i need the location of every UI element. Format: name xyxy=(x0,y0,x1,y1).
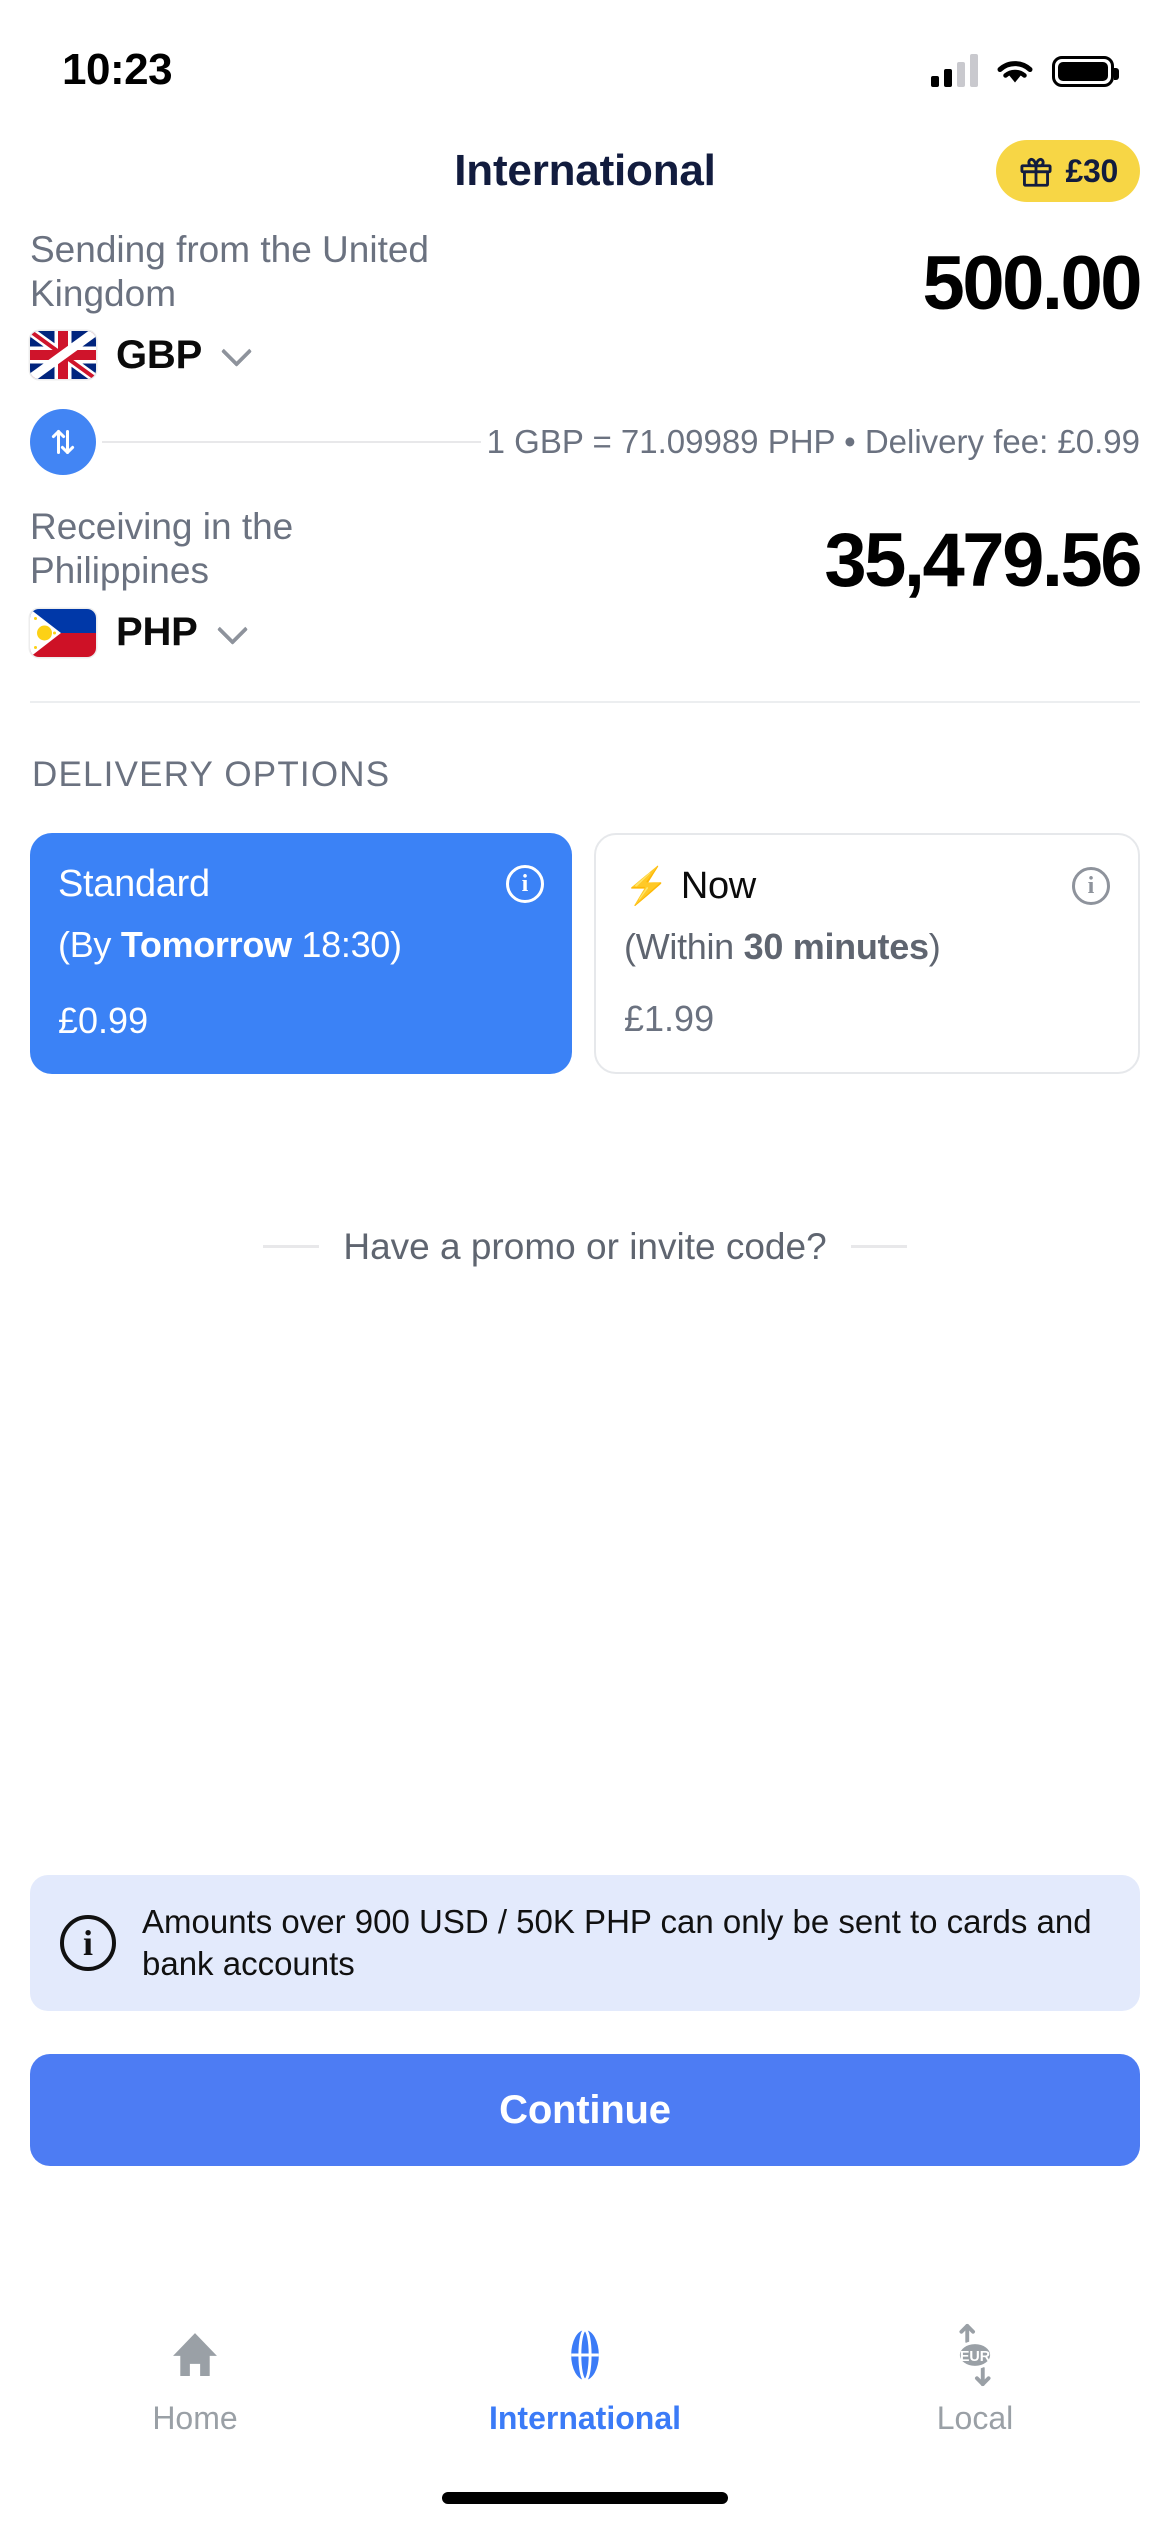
info-icon[interactable]: i xyxy=(506,865,544,904)
send-amount-input[interactable]: 500.00 xyxy=(923,220,1143,322)
cellular-signal-icon xyxy=(931,53,978,87)
eur-exchange-icon: EUR xyxy=(945,2322,1005,2388)
option-subtitle: (By Tomorrow 18:30) xyxy=(58,924,544,966)
info-circle-icon: i xyxy=(60,1915,116,1972)
send-row: Sending from the United Kingdom GBP 500.… xyxy=(30,220,1143,380)
send-currency-code: GBP xyxy=(116,332,203,377)
tab-label-international: International xyxy=(488,2400,681,2436)
option-sub-prefix: (Within xyxy=(624,925,744,967)
status-bar: 10:23 xyxy=(0,0,1170,122)
gift-badge-amount: £30 xyxy=(1065,152,1119,189)
option-subtitle: (Within 30 minutes) xyxy=(624,926,1110,968)
info-icon[interactable]: i xyxy=(1072,867,1110,906)
philippines-flag-icon xyxy=(30,608,96,657)
option-price: £0.99 xyxy=(58,999,149,1041)
delivery-option-standard[interactable]: Standard i (By Tomorrow 18:30) £0.99 xyxy=(30,832,572,1074)
receive-currency-code: PHP xyxy=(116,610,198,655)
tab-international[interactable]: International xyxy=(390,2322,780,2437)
promo-divider-right xyxy=(850,1245,907,1249)
uk-flag-icon xyxy=(30,331,96,380)
receive-label: Receiving in the Philippines xyxy=(30,506,294,591)
chevron-down-icon xyxy=(216,613,248,645)
home-icon xyxy=(167,2322,223,2388)
receive-currency-selector[interactable]: PHP xyxy=(30,608,460,657)
option-header: Standard i xyxy=(58,863,544,906)
option-sub-suffix: 18:30) xyxy=(291,923,402,965)
option-title: Now xyxy=(680,864,756,907)
wifi-icon xyxy=(997,61,1033,83)
rate-row: 1 GBP = 71.09989 PHP • Delivery fee: £0.… xyxy=(30,409,1140,476)
send-left: Sending from the United Kingdom GBP xyxy=(30,220,460,380)
tab-label-home: Home xyxy=(152,2400,238,2436)
send-currency-selector[interactable]: GBP xyxy=(30,331,460,380)
receive-row: Receiving in the Philippines PHP 35,479.… xyxy=(30,497,1142,657)
battery-full-icon xyxy=(1052,56,1119,87)
swap-currencies-button[interactable] xyxy=(30,409,96,476)
page-title: International xyxy=(454,146,716,195)
receive-amount-input[interactable]: 35,479.56 xyxy=(824,497,1142,599)
lightning-bolt-icon: ⚡ xyxy=(624,865,669,907)
receive-left: Receiving in the Philippines PHP xyxy=(30,497,460,657)
globe-icon xyxy=(558,2322,612,2388)
gift-reward-badge[interactable]: £30 xyxy=(995,140,1140,202)
bottom-tab-bar: Home International EUR Local xyxy=(0,2296,1170,2532)
limit-info-banner: i Amounts over 900 USD / 50K PHP can onl… xyxy=(30,1875,1140,2012)
tab-label-local: Local xyxy=(936,2400,1014,2436)
promo-code-text: Have a promo or invite code? xyxy=(343,1225,827,1267)
option-title: Standard xyxy=(58,862,210,905)
tab-local[interactable]: EUR Local xyxy=(780,2322,1170,2437)
option-sub-prefix: (By xyxy=(58,923,121,965)
chevron-down-icon xyxy=(221,336,253,368)
status-bar-time: 10:23 xyxy=(62,45,173,94)
promo-code-link[interactable]: Have a promo or invite code? xyxy=(30,1226,1140,1268)
currency-converter: Sending from the United Kingdom GBP 500.… xyxy=(0,220,1170,703)
swap-vertical-arrows-icon xyxy=(51,430,75,455)
delivery-options-section: DELIVERY OPTIONS Standard i (By Tomorrow… xyxy=(0,703,1170,1268)
app-header: International £30 xyxy=(0,122,1170,220)
option-header: ⚡ Now i xyxy=(624,865,1110,908)
promo-divider-left xyxy=(263,1245,320,1249)
option-title-wrap: Standard xyxy=(58,863,210,906)
limit-info-text: Amounts over 900 USD / 50K PHP can only … xyxy=(142,1903,1092,1983)
delivery-options-list: Standard i (By Tomorrow 18:30) £0.99 ⚡ N… xyxy=(30,832,1140,1074)
option-sub-bold: 30 minutes xyxy=(743,925,929,967)
send-label: Sending from the United Kingdom xyxy=(30,229,430,314)
rate-divider-line xyxy=(102,441,481,444)
tab-home[interactable]: Home xyxy=(0,2322,390,2437)
option-sub-suffix: ) xyxy=(928,925,941,967)
section-divider xyxy=(30,700,1140,703)
option-price: £1.99 xyxy=(624,997,715,1039)
continue-button[interactable]: Continue xyxy=(30,2054,1140,2166)
option-title-wrap: ⚡ Now xyxy=(624,865,756,908)
gift-icon xyxy=(1019,157,1052,187)
exchange-rate-text: 1 GBP = 71.09989 PHP • Delivery fee: £0.… xyxy=(486,423,1140,461)
status-bar-indicators xyxy=(931,35,1119,87)
option-sub-bold: Tomorrow xyxy=(120,923,292,965)
svg-text:EUR: EUR xyxy=(960,2349,991,2365)
delivery-option-now[interactable]: ⚡ Now i (Within 30 minutes) £1.99 xyxy=(594,832,1140,1074)
home-indicator xyxy=(442,2492,728,2504)
delivery-options-title: DELIVERY OPTIONS xyxy=(32,754,391,794)
